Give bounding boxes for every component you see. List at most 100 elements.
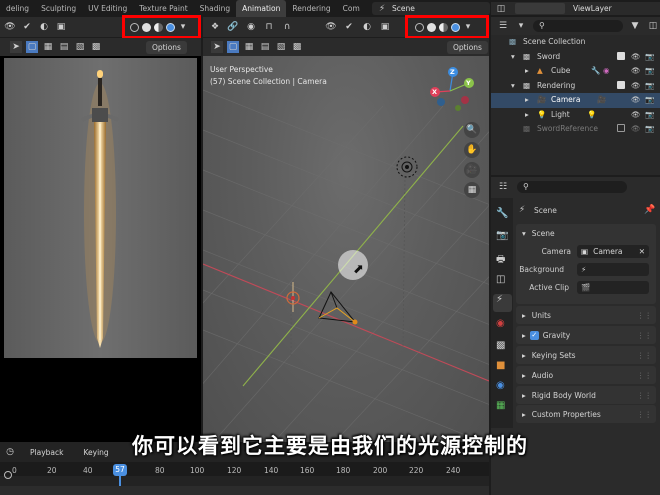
expand-arrow-icon[interactable]: ▸ [525,95,529,104]
scene-selector[interactable]: ⚡ Scene [372,2,490,15]
camera-render-icon[interactable]: 📷 [645,81,654,90]
funnel-filter-icon[interactable]: ▼ [629,20,641,32]
camera-render-icon[interactable]: 📷 [645,124,654,133]
object-tab-icon[interactable]: ■ [496,360,505,371]
constraint-tab-icon[interactable]: ▦ [496,400,505,411]
outliner-row[interactable]: ▸ 💡 Light 💡 👁 📷 [491,108,660,123]
tab-sculpting[interactable]: Sculpting [35,0,82,17]
gravity-checkbox[interactable]: ✓ [529,330,539,340]
world-tab-icon[interactable]: ◉ [496,318,505,329]
eye-icon[interactable]: 👁 [631,95,641,104]
gizmo-toggle-icon[interactable]: ✔ [21,21,33,33]
select-extend-icon[interactable]: ▦ [42,41,54,53]
select-invert-icon[interactable]: ▧ [74,41,86,53]
xray-icon[interactable]: ▣ [379,21,391,33]
tool-tab-icon[interactable]: 🔧 [496,208,508,219]
collection-tab-icon[interactable]: ▩ [496,340,505,351]
physics-tab-icon[interactable]: ◉ [496,380,505,391]
select-tool-icon[interactable]: ➤ [211,41,223,53]
custom-properties-subpanel[interactable]: ▸ Custom Properties ⋮⋮ [516,405,656,423]
eye-icon[interactable]: 👁 [631,110,641,119]
filter-icon[interactable]: ▾ [515,20,527,32]
eye-icon[interactable]: 👁 [631,52,641,61]
collapse-arrow-icon[interactable]: ▾ [511,81,515,90]
zoom-icon[interactable]: 🔍 [464,122,480,138]
outliner-row-selected[interactable]: ▸ 🎥 Camera 🎥 👁 📷 [491,93,660,108]
material-shading-icon[interactable] [154,22,163,32]
timeline-scrollbar[interactable] [0,486,489,495]
view-layer-selector[interactable]: ◫ ViewLayer [491,2,660,15]
drag-handle-icon[interactable]: ⋮⋮ [637,391,652,400]
scene-subpanel-header[interactable]: ▾ Scene [516,224,656,242]
checkbox-icon[interactable] [617,51,625,60]
tab-modeling[interactable]: deling [0,0,35,17]
light-object[interactable] [394,154,420,180]
camera-render-icon[interactable]: 📷 [645,110,654,119]
background-field[interactable]: ⚡ [577,262,649,276]
chevron-down-icon[interactable]: ▾ [177,21,189,33]
expand-arrow-icon[interactable]: ▸ [525,66,529,75]
drag-handle-icon[interactable]: ⋮⋮ [637,311,652,320]
drag-handle-icon[interactable]: ⋮⋮ [637,351,652,360]
tab-rendering[interactable]: Rendering [286,0,336,17]
output-tab-icon[interactable]: 🖶 [496,252,505,269]
snap-icon[interactable]: 🔗 [227,21,239,33]
units-subpanel[interactable]: ▸ Units ⋮⋮ [516,306,656,324]
outliner-row[interactable]: ▩ Scene Collection [491,35,660,50]
pin-icon[interactable]: 📌 [644,204,656,216]
eye-icon[interactable]: 👁 [631,124,641,133]
gizmo-toggle-icon[interactable]: ✔ [343,21,355,33]
checkbox-icon[interactable] [617,80,625,89]
gravity-subpanel[interactable]: ▸ ✓ Gravity ⋮⋮ [516,326,656,344]
box-select-icon[interactable]: ▢ [26,41,38,53]
view-layer-browse[interactable] [515,3,565,14]
select-subtract-icon[interactable]: ▤ [259,41,271,53]
current-frame-indicator[interactable]: 57 [113,464,127,476]
rendered-shading-icon[interactable] [166,22,175,32]
rigid-body-world-subpanel[interactable]: ▸ Rigid Body World ⋮⋮ [516,386,656,404]
solid-shading-icon[interactable] [427,22,436,32]
outliner-row[interactable]: ▸ ▲ Cube 🔧 ◉ 👁 📷 [491,64,660,79]
tab-compositing[interactable]: Com [337,0,366,17]
eye-icon[interactable]: 👁 [631,66,641,75]
drag-handle-icon[interactable]: ⋮⋮ [637,410,652,419]
view-icon[interactable]: 👁 [4,21,16,33]
clear-icon[interactable]: ✕ [639,247,645,256]
view-icon[interactable]: 👁 [325,21,337,33]
camera-render-icon[interactable]: 📷 [645,95,654,104]
select-extend-icon[interactable]: ▦ [243,41,255,53]
wireframe-shading-icon[interactable] [415,22,424,32]
chevron-down-icon[interactable]: ▾ [462,21,474,33]
snap-target-icon[interactable]: ◉ [245,21,257,33]
wireframe-shading-icon[interactable] [130,22,139,32]
outliner-row[interactable]: ▩ SwordReference 👁 📷 [491,122,660,137]
scene-tab-icon[interactable]: ⚡ [493,294,512,312]
falloff-icon[interactable]: ∩ [281,21,293,33]
expand-arrow-icon[interactable]: ▸ [525,110,529,119]
outliner-search-input[interactable]: ⚲ [533,20,623,32]
keying-sets-subpanel[interactable]: ▸ Keying Sets ⋮⋮ [516,346,656,364]
tab-animation[interactable]: Animation [236,0,287,17]
overlay-icon[interactable]: ◐ [361,21,373,33]
main-options-button[interactable]: Options [447,40,488,54]
drag-handle-icon[interactable]: ⋮⋮ [637,331,652,340]
overlay-icon[interactable]: ◐ [38,21,50,33]
select-intersect-icon[interactable]: ▩ [291,41,303,53]
properties-search-input[interactable]: ⚲ [517,181,627,193]
outliner-row[interactable]: ▾ ▩ Rendering 👁 📷 [491,79,660,94]
outliner-row[interactable]: ▾ ▩ Sword 👁 📷 [491,50,660,65]
view-layer-tab-icon[interactable]: ◫ [496,274,505,285]
checkbox-icon[interactable] [617,124,625,132]
select-invert-icon[interactable]: ▧ [275,41,287,53]
rendered-shading-icon[interactable] [451,22,460,32]
sword-object[interactable] [281,282,305,312]
camera-render-icon[interactable]: 📷 [645,52,654,61]
pan-hand-icon[interactable]: ✋ [464,142,480,158]
solid-shading-icon[interactable] [142,22,151,32]
material-shading-icon[interactable] [439,22,448,32]
xray-icon[interactable]: ▣ [55,21,67,33]
select-intersect-icon[interactable]: ▩ [90,41,102,53]
proportional-edit-icon[interactable]: ⊓ [263,21,275,33]
camera-field[interactable]: ▣ Camera ✕ [577,244,649,258]
main-3d-viewport[interactable]: User Perspective (57) Scene Collection |… [203,56,489,442]
